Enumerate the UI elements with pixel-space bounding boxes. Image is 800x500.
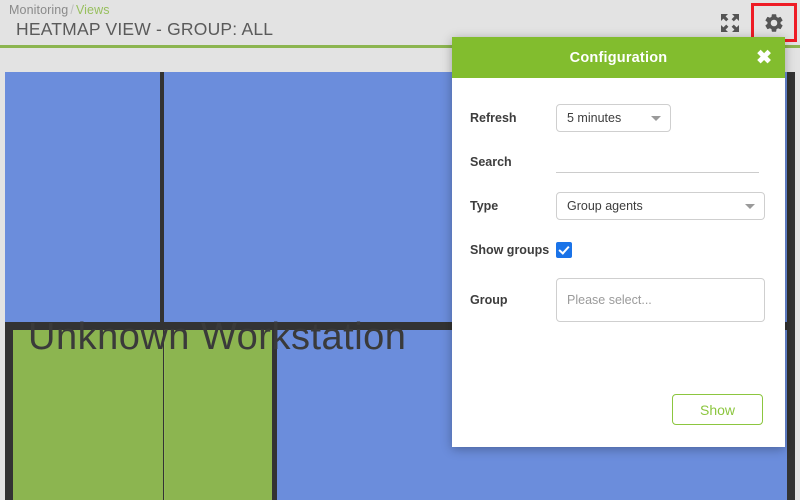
search-field bbox=[556, 151, 763, 173]
refresh-label: Refresh bbox=[470, 111, 517, 125]
chevron-down-icon bbox=[745, 204, 755, 209]
refresh-select-value: 5 minutes bbox=[567, 111, 622, 125]
breadcrumb-leaf[interactable]: Views bbox=[76, 3, 110, 17]
show-button[interactable]: Show bbox=[672, 394, 763, 425]
chevron-down-icon bbox=[651, 116, 661, 121]
panel-title: Configuration bbox=[569, 49, 668, 66]
gear-icon bbox=[765, 13, 783, 32]
show-groups-label: Show groups bbox=[470, 243, 550, 257]
heatmap-tile[interactable] bbox=[164, 330, 272, 500]
page-title: HEATMAP VIEW - GROUP: ALL bbox=[16, 19, 274, 39]
refresh-field: 5 minutes bbox=[556, 104, 763, 132]
form-row-refresh: Refresh 5 minutes bbox=[470, 96, 763, 140]
group-field: Please select... bbox=[556, 278, 765, 322]
search-input[interactable] bbox=[556, 151, 759, 173]
breadcrumb-root[interactable]: Monitoring bbox=[9, 3, 68, 17]
search-label: Search bbox=[470, 155, 512, 169]
heatmap-tile[interactable] bbox=[5, 72, 160, 322]
form-row-show-groups: Show groups bbox=[470, 228, 763, 272]
show-groups-checkbox[interactable] bbox=[556, 242, 572, 258]
form-row-type: Type Group agents bbox=[470, 184, 765, 228]
panel-body: Refresh 5 minutes Search Type Group agen… bbox=[452, 78, 785, 447]
group-placeholder: Please select... bbox=[567, 293, 652, 307]
close-icon[interactable]: ✖ bbox=[756, 48, 772, 67]
expand-fullscreen-icon bbox=[721, 13, 739, 32]
type-select-value: Group agents bbox=[567, 199, 643, 213]
form-row-group: Group Please select... bbox=[470, 272, 765, 328]
panel-header: Configuration ✖ bbox=[452, 37, 785, 78]
group-select[interactable]: Please select... bbox=[556, 278, 765, 322]
configuration-panel: Configuration ✖ Refresh 5 minutes Search bbox=[452, 37, 785, 447]
heatmap-view-page: Unknown Workstation Monitoring / Views HEA… bbox=[0, 0, 800, 500]
type-label: Type bbox=[470, 199, 499, 213]
type-select[interactable]: Group agents bbox=[556, 192, 765, 220]
heatmap-tile[interactable] bbox=[13, 330, 163, 500]
form-row-search: Search bbox=[470, 140, 763, 184]
breadcrumb: Monitoring / Views bbox=[9, 3, 110, 17]
type-field: Group agents bbox=[556, 192, 765, 220]
group-label: Group bbox=[470, 293, 508, 307]
refresh-select[interactable]: 5 minutes bbox=[556, 104, 671, 132]
show-groups-field bbox=[556, 242, 763, 258]
breadcrumb-separator: / bbox=[70, 3, 74, 17]
